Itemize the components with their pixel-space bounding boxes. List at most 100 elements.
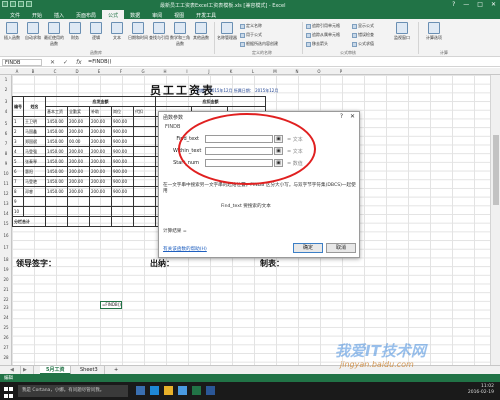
column-header[interactable]: N — [286, 68, 308, 75]
task-view-icon[interactable] — [136, 386, 145, 395]
column-header[interactable]: P — [330, 68, 352, 75]
cell-value[interactable]: 200.00 — [89, 176, 112, 187]
recent-functions-button[interactable]: 最近使用的函数 — [44, 22, 64, 47]
windows-start-icon[interactable] — [3, 386, 13, 398]
row-header[interactable]: 25 — [0, 325, 12, 330]
financial-button[interactable]: 财务 — [65, 22, 85, 41]
column-header[interactable]: J — [198, 68, 220, 75]
cell-no[interactable]: 9 — [12, 196, 24, 207]
cell-value[interactable] — [111, 206, 134, 217]
use-in-formula-button[interactable]: 用于公式 — [240, 32, 262, 38]
cell-value[interactable] — [133, 116, 156, 127]
cell-value[interactable] — [133, 196, 156, 207]
cell-value[interactable]: 200.00 — [67, 126, 90, 137]
cell-value[interactable]: 200.00 — [89, 146, 112, 157]
subheader-cell[interactable]: 代扣 — [133, 106, 156, 117]
cell-value[interactable]: 900.00 — [111, 166, 134, 177]
row-header[interactable]: 1 — [0, 77, 12, 82]
cancel-button[interactable]: 取消 — [326, 243, 356, 253]
row-header[interactable]: 21 — [0, 287, 12, 292]
cell-value[interactable] — [111, 216, 134, 227]
cell-value[interactable] — [133, 156, 156, 167]
column-header[interactable]: L — [242, 68, 264, 75]
error-checking-button[interactable]: 错误检查 — [352, 32, 374, 38]
cell-value[interactable]: 1450.00 — [45, 116, 68, 127]
cell-name[interactable]: 马登艳 — [23, 176, 46, 187]
cell-value[interactable] — [67, 196, 90, 207]
vertical-scrollbar[interactable] — [490, 75, 500, 365]
cell-value[interactable]: 900.00 — [111, 126, 134, 137]
cell-value[interactable] — [133, 186, 156, 197]
cell-no[interactable]: 5 — [12, 156, 24, 167]
cell-value[interactable]: 200.00 — [67, 166, 90, 177]
tab-developer[interactable]: 开发工具 — [190, 10, 222, 19]
cell-name[interactable]: 郑国斌 — [23, 136, 46, 147]
cell-value[interactable]: 200.00 — [67, 186, 90, 197]
maximize-button[interactable]: □ — [477, 1, 483, 8]
cell-name[interactable]: 马登强 — [23, 146, 46, 157]
minimize-button[interactable]: — — [463, 1, 469, 8]
close-button[interactable]: ✕ — [491, 1, 496, 8]
row-header[interactable]: 12 — [0, 191, 12, 196]
autosum-button[interactable]: 自动求和 — [23, 22, 43, 41]
cell-name[interactable]: 王卫明 — [23, 116, 46, 127]
tab-data[interactable]: 数据 — [124, 10, 146, 19]
cell-value[interactable] — [45, 206, 68, 217]
cell-name[interactable]: 邓睿 — [23, 186, 46, 197]
row-header[interactable]: 4 — [0, 109, 12, 114]
define-name-button[interactable]: 定义名称 — [240, 23, 262, 29]
column-header[interactable]: D — [66, 68, 88, 75]
save-icon[interactable] — [10, 1, 16, 7]
cell-value[interactable] — [67, 206, 90, 217]
cell-value[interactable]: 200.00 — [89, 116, 112, 127]
name-manager-button[interactable]: 名称管理器 — [217, 22, 237, 41]
row-header[interactable]: 23 — [0, 305, 12, 310]
cell-name[interactable]: 张秦琴 — [23, 156, 46, 167]
row-header[interactable]: 26 — [0, 335, 12, 340]
lookup-button[interactable]: 查找与引用 — [149, 22, 169, 41]
column-header[interactable]: C — [44, 68, 66, 75]
formula-input[interactable]: =FINDB() — [88, 59, 111, 66]
cell-value[interactable]: 200.00 — [89, 126, 112, 137]
row-header[interactable]: 27 — [0, 345, 12, 350]
column-header[interactable]: A — [12, 68, 22, 75]
header-payable[interactable]: 应发金额 — [45, 96, 156, 107]
cell-value[interactable]: 900.00 — [111, 176, 134, 187]
row-header[interactable]: 16 — [0, 233, 12, 238]
column-header[interactable]: B — [22, 68, 44, 75]
datetime-button[interactable]: 日期和时间 — [128, 22, 148, 41]
cell-no[interactable]: 1 — [12, 116, 24, 127]
tab-formulas[interactable]: 公式 — [102, 10, 125, 19]
row-header[interactable]: 3 — [0, 99, 12, 104]
cell-value[interactable] — [133, 166, 156, 177]
subheader-cell[interactable]: 全勤奖 — [67, 106, 90, 117]
cell-no[interactable]: 10 — [12, 206, 24, 217]
fx-button[interactable]: fx — [76, 58, 82, 67]
cell-name[interactable]: 马国鑫 — [23, 126, 46, 137]
tab-view[interactable]: 视图 — [168, 10, 190, 19]
cell-name[interactable] — [23, 206, 46, 217]
ok-button[interactable]: 确定 — [293, 243, 323, 253]
cell-value[interactable]: 900.00 — [111, 156, 134, 167]
cortana-search-box[interactable]: 我是 Cortana，小娜。有问题尽管问我。 — [18, 385, 128, 397]
cell-value[interactable] — [133, 216, 156, 227]
scroll-thumb[interactable] — [493, 135, 499, 205]
row-header[interactable]: 17 — [0, 245, 12, 250]
cell-value[interactable]: 00.00 — [67, 136, 90, 147]
cell-value[interactable]: 200.00 — [67, 156, 90, 167]
row-header[interactable]: 19 — [0, 267, 12, 272]
tab-file[interactable]: 文件 — [4, 10, 26, 19]
cell-value[interactable] — [111, 196, 134, 207]
cell-value[interactable]: 200.00 — [89, 186, 112, 197]
row-header[interactable]: 9 — [0, 161, 12, 166]
cell-value[interactable]: 200.00 — [89, 136, 112, 147]
cell-value[interactable]: 200.00 — [89, 156, 112, 167]
row-header[interactable]: 13 — [0, 201, 12, 206]
header-name[interactable]: 姓名 — [23, 96, 46, 117]
row-header[interactable]: 28 — [0, 355, 12, 360]
cell-value[interactable]: 200.00 — [67, 146, 90, 157]
row-header[interactable]: 7 — [0, 141, 12, 146]
trace-precedents-button[interactable]: 追踪引用单元格 — [306, 23, 340, 29]
column-header[interactable]: E — [88, 68, 110, 75]
edge-browser-icon[interactable] — [150, 386, 159, 395]
